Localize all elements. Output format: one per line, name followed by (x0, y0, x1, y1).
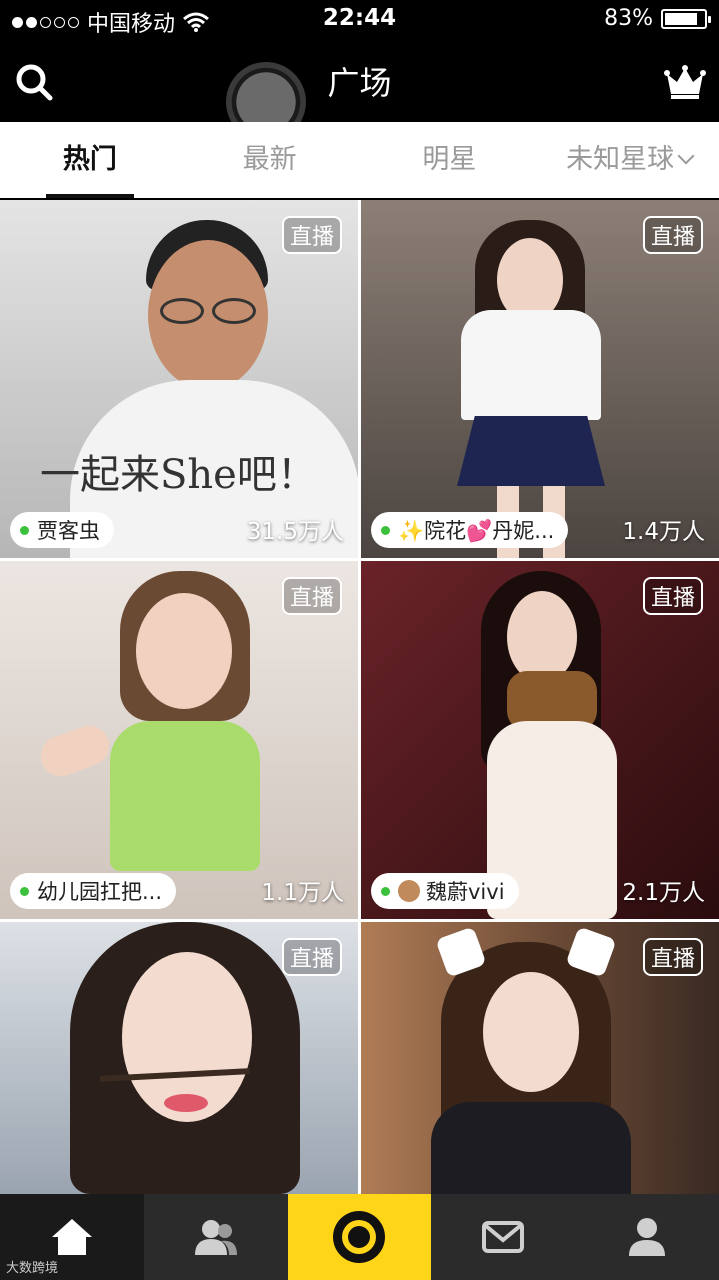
live-card[interactable]: 直播 幼儿园扛把... 1.1万人 (0, 561, 358, 919)
nav-friends[interactable] (143, 1194, 288, 1280)
chevron-down-icon (677, 147, 695, 165)
streamer-name-pill[interactable]: 贾客虫 (10, 512, 114, 548)
hamster-avatar-icon (398, 880, 420, 902)
streamer-name: 魏蔚vivi (426, 880, 505, 904)
friends-icon (194, 1220, 237, 1255)
tab-hot[interactable]: 热门 (0, 122, 180, 198)
live-camera-icon (333, 1211, 386, 1263)
streamer-name: 贾客虫 (37, 519, 100, 543)
tab-stars-label: 明星 (422, 144, 477, 175)
streamer-photo (35, 571, 300, 919)
streamer-photo (60, 220, 358, 558)
battery-level-fill (665, 12, 697, 25)
live-card[interactable]: 直播 (361, 922, 719, 1194)
live-card[interactable]: 直播 (0, 922, 358, 1194)
live-badge: 直播 (642, 577, 703, 615)
tab-unknown-planet[interactable]: 未知星球 (539, 122, 719, 198)
streamer-name-pill[interactable]: 魏蔚vivi (371, 873, 519, 909)
streamer-photo (421, 926, 641, 1194)
nav-messages[interactable] (431, 1194, 576, 1280)
tab-unknown-planet-label: 未知星球 (566, 144, 675, 175)
live-status-icon (20, 525, 29, 535)
streamer-name: ✨院花💕丹妮... (398, 519, 555, 543)
live-card[interactable]: 直播 ✨院花💕丹妮... 1.4万人 (361, 200, 719, 558)
battery-icon (661, 8, 711, 29)
watermark: 大数跨境 (6, 1261, 59, 1276)
message-icon (482, 1221, 525, 1253)
profile-icon (629, 1218, 666, 1256)
viewer-count: 1.1万人 (261, 880, 344, 906)
live-status-icon (381, 886, 390, 896)
bottom-nav: 大数跨境 (0, 1194, 719, 1280)
tab-stars[interactable]: 明星 (360, 122, 540, 198)
viewer-count: 1.4万人 (622, 519, 705, 545)
status-right: 83% (604, 6, 711, 31)
page-title: 广场 (327, 64, 392, 102)
streamer-photo (451, 220, 611, 558)
nav-profile[interactable] (575, 1194, 719, 1280)
battery-percent: 83% (604, 6, 653, 31)
nav-home[interactable]: 大数跨境 (0, 1194, 144, 1280)
tab-latest[interactable]: 最新 (180, 122, 360, 198)
tab-latest-label: 最新 (242, 144, 297, 175)
live-badge: 直播 (281, 216, 342, 254)
home-icon (51, 1219, 92, 1255)
category-tabs: 热门 最新 明星 未知星球 (0, 122, 719, 198)
live-status-icon (20, 886, 29, 896)
nav-go-live[interactable] (287, 1194, 432, 1280)
app-header: 广场 (0, 40, 719, 142)
live-card[interactable]: 直播 魏蔚vivi 2.1万人 (361, 561, 719, 919)
tab-hot-label: 热门 (62, 144, 117, 175)
live-badge: 直播 (642, 938, 703, 976)
status-bar: 中国移动 22:44 83% (0, 0, 719, 40)
viewer-count: 2.1万人 (622, 880, 705, 906)
live-grid: 一起来She吧！ 直播 贾客虫 31.5万人 直播 ✨院花💕丹妮... 1.4万… (0, 200, 719, 1194)
streamer-name-pill[interactable]: ✨院花💕丹妮... (371, 512, 569, 548)
streamer-photo (461, 571, 651, 919)
streamer-name-pill[interactable]: 幼儿园扛把... (10, 873, 177, 909)
live-badge: 直播 (281, 938, 342, 976)
streamer-name: 幼儿园扛把... (37, 880, 163, 904)
viewer-count: 31.5万人 (246, 519, 344, 545)
poster-text: 一起来She吧！ (40, 452, 317, 498)
live-badge: 直播 (642, 216, 703, 254)
crown-icon[interactable] (663, 64, 707, 100)
live-badge: 直播 (281, 577, 342, 615)
live-status-icon (381, 525, 390, 535)
live-card[interactable]: 一起来She吧！ 直播 贾客虫 31.5万人 (0, 200, 358, 558)
